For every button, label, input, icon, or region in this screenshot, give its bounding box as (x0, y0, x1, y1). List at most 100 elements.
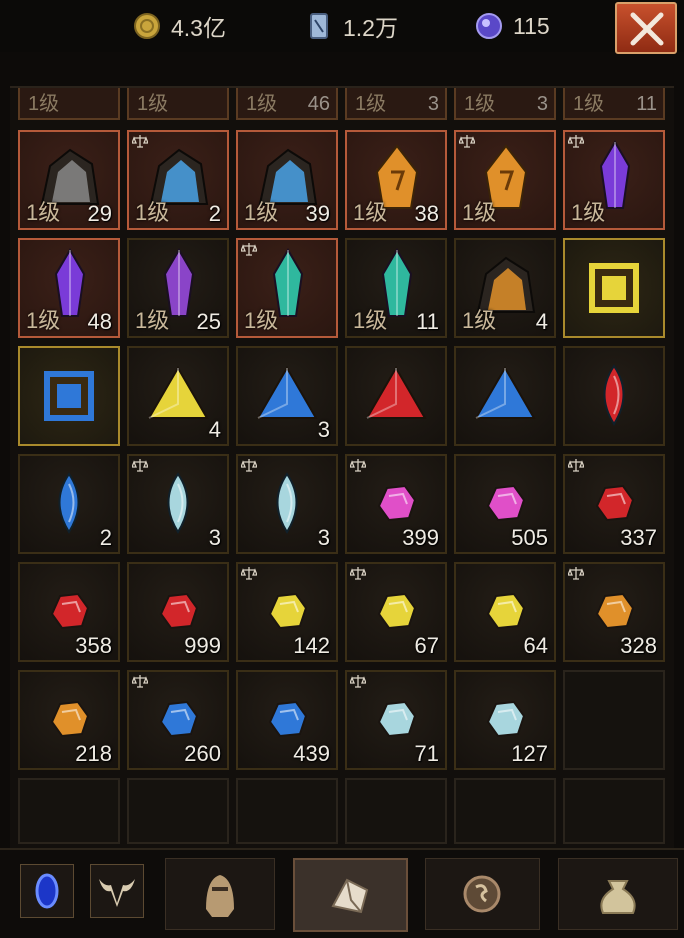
trade-lock-icon (350, 675, 366, 688)
inventory-slot[interactable]: 218 (18, 670, 120, 770)
item-count: 337 (620, 525, 657, 550)
loot-bag-icon (600, 880, 636, 914)
item-level: 1级 (135, 200, 170, 225)
item-count: 3 (427, 93, 439, 115)
inventory-slot[interactable]: 999 (127, 562, 229, 662)
inventory-slot[interactable]: 1级 38 (345, 130, 447, 230)
item-level: 1级 (355, 93, 387, 115)
inventory-slot[interactable] (563, 346, 665, 446)
inventory-slot[interactable] (345, 346, 447, 446)
tab-bag[interactable] (558, 858, 678, 930)
tab-runes[interactable] (425, 858, 540, 930)
inventory-slot[interactable] (18, 346, 120, 446)
tab-helmet[interactable] (165, 858, 275, 930)
inventory-slot-partial[interactable]: 1级 3 (454, 88, 556, 120)
trade-lock-icon (568, 567, 584, 580)
inventory-slot[interactable]: 2 (18, 454, 120, 554)
item-count: 218 (75, 741, 112, 766)
inventory-slot[interactable]: 1级 29 (18, 130, 120, 230)
inventory-slot[interactable]: 67 (345, 562, 447, 662)
sapphire-square-icon (44, 371, 94, 421)
item-level: 1级 (462, 308, 497, 333)
inventory-slot[interactable]: 71 (345, 670, 447, 770)
inventory-slot[interactable]: 1级 (563, 130, 665, 230)
ruby-triangle-icon (365, 366, 427, 419)
item-level: 1级 (571, 200, 606, 225)
close-icon (630, 12, 664, 46)
item-count: 358 (75, 633, 112, 658)
inventory-slot-empty (345, 778, 447, 844)
item-level: 1级 (28, 93, 60, 115)
inventory-slot-partial[interactable]: 1级 3 (345, 88, 447, 120)
inventory-slot[interactable]: 328 (563, 562, 665, 662)
trade-lock-icon (241, 567, 257, 580)
item-level: 1级 (573, 93, 605, 115)
item-level: 1级 (464, 93, 496, 115)
trade-lock-icon (568, 459, 584, 472)
item-count: 3 (208, 525, 221, 550)
inventory-slot[interactable]: 1级 39 (236, 130, 338, 230)
inventory-slot[interactable] (454, 346, 556, 446)
inventory-slot-partial[interactable]: 1级 11 (563, 88, 665, 120)
trade-lock-icon (132, 675, 148, 688)
tab-gems[interactable] (293, 858, 408, 932)
ruby-marquise-icon (603, 364, 625, 426)
inventory-slot[interactable]: 439 (236, 670, 338, 770)
inventory-slot[interactable] (563, 238, 665, 338)
item-level: 1级 (244, 200, 279, 225)
inventory-slot-partial[interactable]: 1级 (127, 88, 229, 120)
inventory-slot[interactable]: 399 (345, 454, 447, 554)
item-count: 39 (305, 201, 330, 226)
close-button[interactable] (615, 2, 677, 54)
item-count: 2 (99, 525, 112, 550)
inventory-slot[interactable]: 3 (236, 346, 338, 446)
item-count: 142 (293, 633, 330, 658)
orb-amount: 115 (513, 12, 550, 39)
inventory-slot[interactable]: 1级 48 (18, 238, 120, 338)
inventory-slot-empty (18, 778, 120, 844)
tab-portal[interactable] (20, 864, 74, 918)
blue-shard-icon (310, 13, 328, 39)
item-count: 3 (536, 93, 548, 115)
inventory-slot[interactable]: 1级 4 (454, 238, 556, 338)
trade-lock-icon (132, 135, 148, 148)
inventory-slot[interactable]: 1级 11 (345, 238, 447, 338)
item-count: 4 (208, 417, 221, 442)
item-count: 999 (184, 633, 221, 658)
item-level: 1级 (353, 308, 388, 333)
inventory-slot[interactable]: 1级 2 (127, 130, 229, 230)
inventory-slot[interactable]: 3 (236, 454, 338, 554)
topaz-square-icon (589, 263, 639, 313)
inventory-slot[interactable]: 337 (563, 454, 665, 554)
item-count: 328 (620, 633, 657, 658)
inventory-slot-empty (454, 778, 556, 844)
blue-portal-icon (35, 873, 59, 909)
inventory-grid: 1级 1级 1级 46 1级 3 1级 3 1级 11 1级 29 1级 2 1级 39 1级 38 1级 1级 1级 4… (10, 86, 674, 848)
item-count: 4 (535, 309, 548, 334)
gold-amount: 4.3亿 (171, 15, 226, 41)
inventory-slot[interactable]: 142 (236, 562, 338, 662)
item-count: 260 (184, 741, 221, 766)
inventory-slot-partial[interactable]: 1级 46 (236, 88, 338, 120)
tab-bull[interactable] (90, 864, 144, 918)
inventory-slot[interactable]: 505 (454, 454, 556, 554)
inventory-slot[interactable]: 1级 (236, 238, 338, 338)
inventory-slot[interactable]: 4 (127, 346, 229, 446)
inventory-slot[interactable]: 358 (18, 562, 120, 662)
inventory-slot[interactable]: 1级 (454, 130, 556, 230)
inventory-slot[interactable]: 64 (454, 562, 556, 662)
orb-currency: 115 (475, 8, 550, 44)
inventory-slot-empty (563, 670, 665, 770)
inventory-slot-partial[interactable]: 1级 (18, 88, 120, 120)
shard-amount: 1.2万 (343, 15, 398, 41)
trade-lock-icon (132, 459, 148, 472)
item-level: 1级 (244, 308, 279, 333)
inventory-slot[interactable]: 260 (127, 670, 229, 770)
item-count: 11 (416, 309, 439, 334)
inventory-slot[interactable]: 127 (454, 670, 556, 770)
inventory-slot[interactable]: 3 (127, 454, 229, 554)
inventory-slot-empty (127, 778, 229, 844)
inventory-slot[interactable]: 1级 25 (127, 238, 229, 338)
item-level: 1级 (135, 308, 170, 333)
item-level: 1级 (462, 200, 497, 225)
